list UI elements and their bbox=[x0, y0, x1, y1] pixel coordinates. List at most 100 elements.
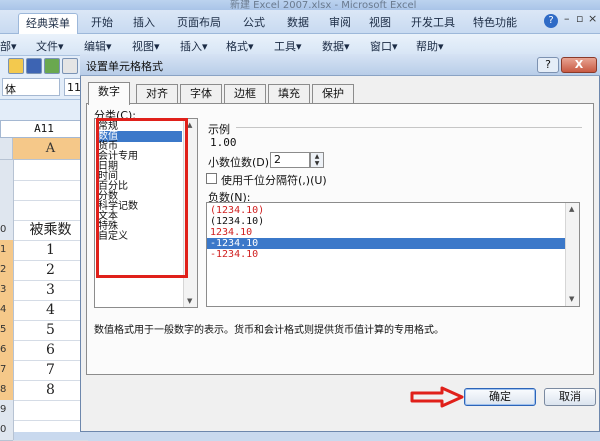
menu-insert[interactable]: 插入▾ bbox=[180, 38, 208, 54]
ribbon-tab-page-layout[interactable]: 页面布局 bbox=[170, 13, 228, 33]
annotation-arrow-icon bbox=[410, 386, 464, 408]
row-header[interactable]: 0 bbox=[0, 220, 14, 241]
format-description: 数值格式用于一般数字的表示。货币和会计格式则提供货币值计算的专用格式。 bbox=[94, 325, 444, 336]
cell-a[interactable]: 6 bbox=[13, 340, 88, 361]
minimize-icon[interactable]: – bbox=[564, 12, 570, 25]
row-header[interactable] bbox=[0, 160, 14, 181]
excel-title-bar: 新建 Excel 2007.xlsx - Microsoft Excel bbox=[0, 0, 600, 10]
negative-number-option[interactable]: (1234.10) bbox=[210, 216, 264, 227]
cell-a[interactable]: 2 bbox=[13, 260, 88, 281]
row-header[interactable]: 3 bbox=[0, 280, 14, 301]
menu-file[interactable]: 文件▾ bbox=[36, 38, 64, 54]
row-header[interactable]: 0 bbox=[0, 420, 14, 441]
ok-button[interactable]: 确定 bbox=[464, 388, 536, 406]
row-header[interactable]: 6 bbox=[0, 340, 14, 361]
row-header[interactable]: 7 bbox=[0, 360, 14, 381]
tab-alignment[interactable]: 对齐 bbox=[136, 84, 178, 104]
select-all-corner[interactable] bbox=[0, 138, 13, 160]
open-folder-icon[interactable] bbox=[8, 58, 24, 74]
help-icon[interactable]: ? bbox=[544, 14, 558, 28]
menu-help[interactable]: 帮助▾ bbox=[416, 38, 444, 54]
excel-title-text: 新建 Excel 2007.xlsx - Microsoft Excel bbox=[230, 0, 417, 10]
menu-tools[interactable]: 工具▾ bbox=[274, 38, 302, 54]
quick-toolbar bbox=[0, 56, 88, 76]
row-header[interactable]: 9 bbox=[0, 400, 14, 421]
negative-number-option[interactable]: -1234.10 bbox=[207, 238, 573, 249]
dialog-help-button[interactable]: ? bbox=[537, 57, 559, 73]
ribbon-tab-data[interactable]: 数据 bbox=[280, 13, 316, 33]
font-name-combo[interactable]: 体 bbox=[2, 78, 60, 96]
scroll-up-icon[interactable]: ▲ bbox=[569, 205, 574, 213]
row-header[interactable]: 4 bbox=[0, 300, 14, 321]
ribbon-tab-classic-menu[interactable]: 经典菜单 bbox=[18, 13, 78, 34]
scroll-down-icon[interactable]: ▼ bbox=[569, 295, 574, 303]
ribbon-tab-review[interactable]: 审阅 bbox=[322, 13, 358, 33]
row-header[interactable]: 1 bbox=[0, 240, 14, 261]
ribbon-tab-special[interactable]: 特色功能 bbox=[466, 13, 524, 33]
sample-divider bbox=[236, 127, 582, 128]
cell-a[interactable]: 8 bbox=[13, 380, 88, 401]
print-icon[interactable] bbox=[62, 58, 78, 74]
spin-up-icon[interactable]: ▲ bbox=[311, 153, 323, 160]
cell-a[interactable] bbox=[13, 420, 88, 441]
classic-menu-bar: 部▾ 文件▾ 编辑▾ 视图▾ 插入▾ 格式▾ 工具▾ 数据▾ 窗口▾ 帮助▾ bbox=[0, 34, 600, 56]
restore-icon[interactable]: ▫ bbox=[576, 12, 583, 25]
save-icon[interactable] bbox=[26, 58, 42, 74]
cell-a[interactable]: 7 bbox=[13, 360, 88, 381]
menu-view[interactable]: 视图▾ bbox=[132, 38, 160, 54]
menu-edit[interactable]: 编辑▾ bbox=[84, 38, 112, 54]
decimal-places-input[interactable]: 2 bbox=[270, 152, 310, 168]
ribbon-window-controls: ? – ▫ × bbox=[542, 12, 600, 32]
cell-a[interactable]: 3 bbox=[13, 280, 88, 301]
close-workbook-icon[interactable]: × bbox=[588, 12, 597, 25]
ribbon-tab-formulas[interactable]: 公式 bbox=[236, 13, 272, 33]
row-header[interactable]: 8 bbox=[0, 380, 14, 401]
cell-a[interactable] bbox=[13, 400, 88, 421]
tab-protection[interactable]: 保护 bbox=[312, 84, 354, 104]
cell-a[interactable] bbox=[13, 180, 88, 201]
row-header[interactable] bbox=[0, 180, 14, 201]
cell-a[interactable]: 4 bbox=[13, 300, 88, 321]
menu-window[interactable]: 窗口▾ bbox=[370, 38, 398, 54]
toolbar-filler bbox=[0, 100, 88, 120]
tab-fill[interactable]: 填充 bbox=[268, 84, 310, 104]
thousands-separator-checkbox[interactable] bbox=[206, 173, 217, 184]
row-header[interactable]: 5 bbox=[0, 320, 14, 341]
menu-data[interactable]: 数据▾ bbox=[322, 38, 350, 54]
sample-value: 1.00 bbox=[210, 136, 237, 149]
negative-number-option[interactable]: 1234.10 bbox=[210, 227, 252, 238]
thousands-separator-label[interactable]: 使用千位分隔符(,)(U) bbox=[221, 172, 327, 188]
cell-a[interactable] bbox=[13, 200, 88, 221]
ribbon-tab-view[interactable]: 视图 bbox=[362, 13, 398, 33]
ribbon-tab-home[interactable]: 开始 bbox=[84, 13, 120, 33]
name-box[interactable]: A11 bbox=[0, 120, 88, 138]
permission-icon[interactable] bbox=[44, 58, 60, 74]
tab-border[interactable]: 边框 bbox=[224, 84, 266, 104]
ribbon-tab-insert[interactable]: 插入 bbox=[126, 13, 162, 33]
decimal-places-label: 小数位数(D): bbox=[208, 156, 273, 169]
row-header[interactable]: 2 bbox=[0, 260, 14, 281]
dialog-title: 设置单元格格式 bbox=[86, 60, 163, 73]
decimal-places-spinner[interactable]: ▲ ▼ bbox=[310, 152, 324, 168]
spin-down-icon[interactable]: ▼ bbox=[311, 160, 323, 167]
tab-number[interactable]: 数字 bbox=[88, 82, 130, 105]
cancel-button[interactable]: 取消 bbox=[544, 388, 596, 406]
ribbon-tab-developer[interactable]: 开发工具 bbox=[404, 13, 462, 33]
tab-font[interactable]: 字体 bbox=[180, 84, 222, 104]
ribbon-tab-bar: 经典菜单 开始 插入 页面布局 公式 数据 审阅 视图 开发工具 特色功能 bbox=[0, 10, 600, 34]
cell-a[interactable]: 被乘数 bbox=[13, 220, 88, 241]
dialog-close-button[interactable]: X bbox=[561, 57, 597, 73]
cell-a[interactable] bbox=[13, 160, 88, 181]
column-header-a[interactable]: A bbox=[13, 138, 88, 160]
annotation-highlight-box bbox=[96, 118, 188, 278]
sample-label: 示例 bbox=[208, 123, 230, 136]
cell-a[interactable]: 1 bbox=[13, 240, 88, 261]
menu-format[interactable]: 格式▾ bbox=[226, 38, 254, 54]
row-header[interactable] bbox=[0, 200, 14, 221]
negative-number-option[interactable]: (1234.10) bbox=[210, 205, 264, 216]
scroll-down-icon[interactable]: ▼ bbox=[187, 297, 192, 305]
negative-number-option[interactable]: -1234.10 bbox=[210, 249, 258, 260]
negative-list-scrollbar[interactable]: ▲ ▼ bbox=[565, 203, 579, 306]
cell-a[interactable]: 5 bbox=[13, 320, 88, 341]
menu-item-0[interactable]: 部▾ bbox=[0, 38, 17, 54]
